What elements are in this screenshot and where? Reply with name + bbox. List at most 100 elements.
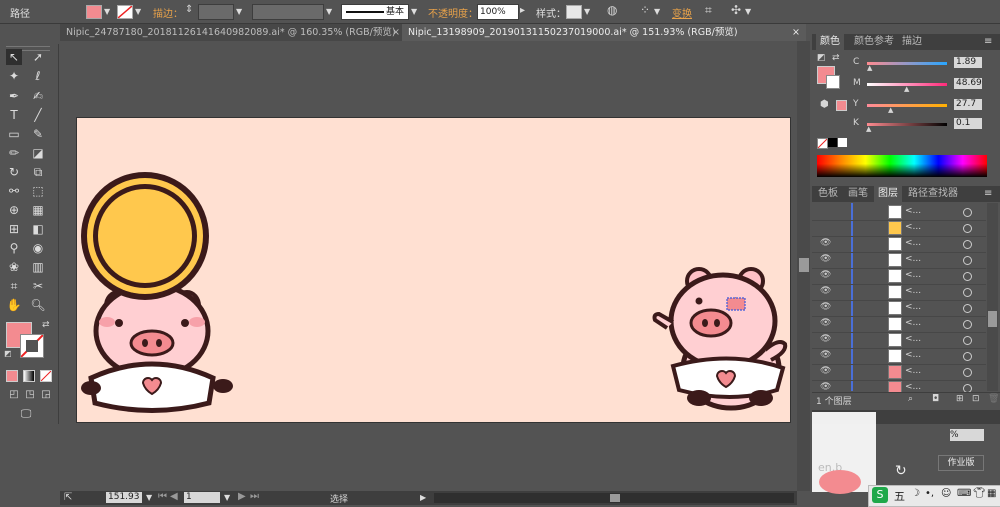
reload-icon[interactable]: ↻	[895, 463, 907, 479]
panel-menu-icon[interactable]: ✣	[731, 3, 741, 17]
layer-row[interactable]: <...	[812, 204, 986, 221]
variable-width-profile[interactable]	[252, 4, 324, 20]
layer-label[interactable]: <...	[905, 206, 921, 216]
visibility-eye-icon[interactable]: 👁︎	[820, 334, 831, 344]
brush-dropdown-icon[interactable]: ▼	[411, 7, 417, 16]
lower-percent-field[interactable]: %	[950, 429, 984, 441]
draw-normal-icon[interactable]: ◰	[6, 387, 22, 403]
ime-keyboard-icon[interactable]: ⌨	[957, 488, 971, 499]
pen-tool-icon[interactable]: ✒	[6, 88, 22, 104]
channel-k-slider[interactable]	[867, 123, 947, 126]
close-icon[interactable]: ×	[792, 24, 800, 41]
gradient-mode-icon[interactable]	[23, 370, 35, 382]
new-layer-icon[interactable]: ⊡	[972, 394, 980, 404]
target-circle-icon[interactable]	[963, 256, 972, 265]
layer-label[interactable]: <...	[905, 238, 921, 248]
layer-label[interactable]: <...	[905, 318, 921, 328]
layer-row[interactable]: 👁︎ <...	[812, 300, 986, 317]
tab-stroke[interactable]: 描边	[898, 34, 926, 50]
layers-scrollbar-thumb[interactable]	[988, 311, 997, 327]
visibility-eye-icon[interactable]: 👁︎	[820, 350, 831, 360]
tab-swatches[interactable]: 色板	[814, 186, 842, 202]
column-graph-tool-icon[interactable]: ▥	[30, 259, 46, 275]
layer-label[interactable]: <...	[905, 334, 921, 344]
color-spectrum[interactable]	[817, 155, 987, 177]
stroke-weight-input[interactable]	[198, 4, 234, 20]
brush-definition[interactable]: 基本	[341, 4, 409, 20]
layer-label[interactable]: <...	[905, 302, 921, 312]
zoom-dropdown-icon[interactable]: ▼	[146, 493, 152, 502]
slice-tool-icon[interactable]: ✂	[30, 278, 46, 294]
hand-tool-icon[interactable]: ✋	[6, 297, 22, 313]
stroke-label[interactable]: 描边：	[153, 5, 183, 20]
stroke-dropdown-icon[interactable]: ▼	[135, 7, 141, 16]
panel-menu-icon[interactable]: ≡	[984, 188, 992, 199]
target-circle-icon[interactable]	[963, 368, 972, 377]
type-tool-icon[interactable]: T	[6, 107, 22, 123]
opacity-input[interactable]: 100%	[477, 4, 519, 20]
opacity-label[interactable]: 不透明度：	[428, 5, 478, 20]
ime-mode-label[interactable]: 五	[894, 488, 905, 504]
recolor-icon[interactable]: ◍	[607, 3, 617, 17]
right-pig-illustration[interactable]	[652, 267, 788, 411]
web-safe-swatch[interactable]	[836, 100, 847, 111]
curvature-tool-icon[interactable]: ✍	[30, 88, 46, 104]
stroke-weight-stepper[interactable]: ⇕	[185, 4, 193, 15]
layer-row[interactable]: 👁︎ <...	[812, 348, 986, 365]
target-circle-icon[interactable]	[963, 272, 972, 281]
tab-color[interactable]: 颜色	[816, 34, 844, 50]
graphic-style-swatch[interactable]	[566, 5, 582, 19]
previous-artboard-icon[interactable]: ◀	[170, 491, 178, 502]
tab-pathfinder[interactable]: 路径查找器	[904, 186, 962, 202]
channel-y-value[interactable]: 27.7	[954, 99, 982, 110]
layer-label[interactable]: <...	[905, 254, 921, 264]
opacity-flyout-icon[interactable]: ▸	[520, 5, 525, 16]
layers-scrollbar[interactable]	[987, 203, 998, 391]
channel-k-value[interactable]: 0.1	[954, 118, 982, 129]
channel-m-value[interactable]: 48.69	[954, 78, 982, 89]
target-circle-icon[interactable]	[963, 208, 972, 217]
symbol-sprayer-tool-icon[interactable]: ❀	[6, 259, 22, 275]
blend-tool-icon[interactable]: ◉	[30, 240, 46, 256]
default-fill-stroke-icon[interactable]: ◩	[817, 53, 826, 63]
channel-y-slider[interactable]	[867, 104, 947, 107]
direct-selection-tool-icon[interactable]: ➚	[30, 49, 46, 65]
eyedropper-tool-icon[interactable]: ⚲	[6, 240, 22, 256]
left-pig-illustration[interactable]	[81, 282, 233, 413]
visibility-eye-icon[interactable]: 👁︎	[820, 254, 831, 264]
zoom-input[interactable]: 151.93	[106, 492, 142, 503]
channel-c-value[interactable]: 1.89	[954, 57, 982, 68]
style-dropdown-icon[interactable]: ▼	[584, 7, 590, 16]
shape-builder-tool-icon[interactable]: ⊕	[6, 202, 22, 218]
gold-coin-illustration[interactable]	[81, 172, 209, 300]
workspace-button[interactable]: 作业版	[938, 455, 984, 471]
channel-y-handle-icon[interactable]: ▲	[888, 106, 893, 114]
channel-c-slider[interactable]	[867, 62, 947, 65]
width-tool-icon[interactable]: ⚯	[6, 183, 22, 199]
horizontal-scrollbar[interactable]	[434, 493, 794, 503]
panel-menu-icon[interactable]: ≡	[984, 36, 992, 47]
layer-row[interactable]: 👁︎ <...	[812, 364, 986, 381]
delete-layer-icon[interactable]: 🗑︎	[988, 394, 999, 404]
none-swatch[interactable]	[817, 138, 828, 149]
black-swatch[interactable]	[828, 138, 837, 147]
align-dropdown-icon[interactable]: ▼	[654, 7, 660, 16]
stroke-color-box[interactable]	[20, 334, 44, 358]
target-circle-icon[interactable]	[963, 336, 972, 345]
vertical-scrollbar-thumb[interactable]	[799, 258, 809, 272]
swap-colors-icon[interactable]: ⇄	[42, 320, 50, 330]
color-stroke-box[interactable]	[826, 75, 840, 89]
default-colors-icon[interactable]: ◩	[4, 349, 12, 358]
visibility-eye-icon[interactable]: 👁︎	[820, 382, 831, 392]
ime-voice-icon[interactable]: ☺	[941, 488, 951, 499]
rectangle-tool-icon[interactable]: ▭	[6, 126, 22, 142]
panel-menu-dropdown-icon[interactable]: ▼	[745, 7, 751, 16]
ime-menu-icon[interactable]: ▦	[987, 488, 996, 499]
free-transform-tool-icon[interactable]: ⬚	[30, 183, 46, 199]
horizontal-scrollbar-thumb[interactable]	[610, 494, 620, 502]
perspective-grid-tool-icon[interactable]: ▦	[30, 202, 46, 218]
align-icon[interactable]: ⁘	[640, 3, 650, 17]
tab-color-guide[interactable]: 颜色参考	[850, 34, 898, 50]
ime-skin-icon[interactable]: 👕︎	[973, 488, 986, 499]
layer-label[interactable]: <...	[905, 286, 921, 296]
